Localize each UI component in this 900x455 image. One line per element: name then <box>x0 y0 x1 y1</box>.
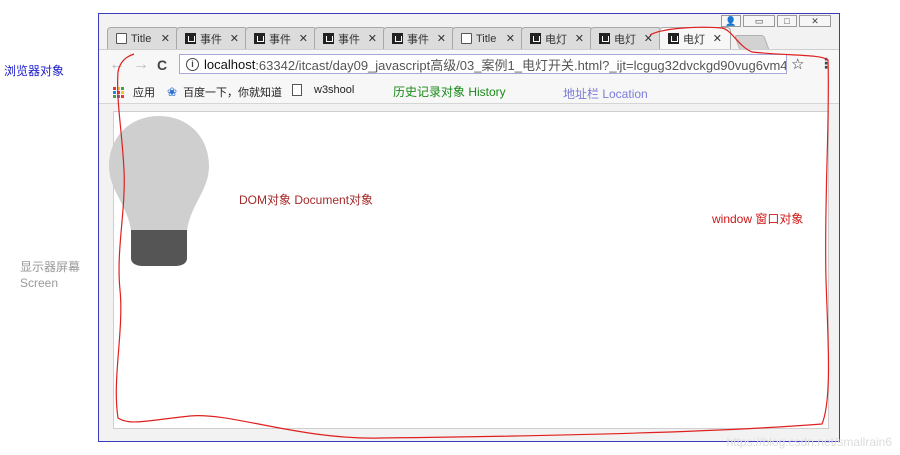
watermark-text: https://blog.csdn.net/smallrain6 <box>726 435 892 449</box>
window-outline-annotation <box>115 26 830 439</box>
